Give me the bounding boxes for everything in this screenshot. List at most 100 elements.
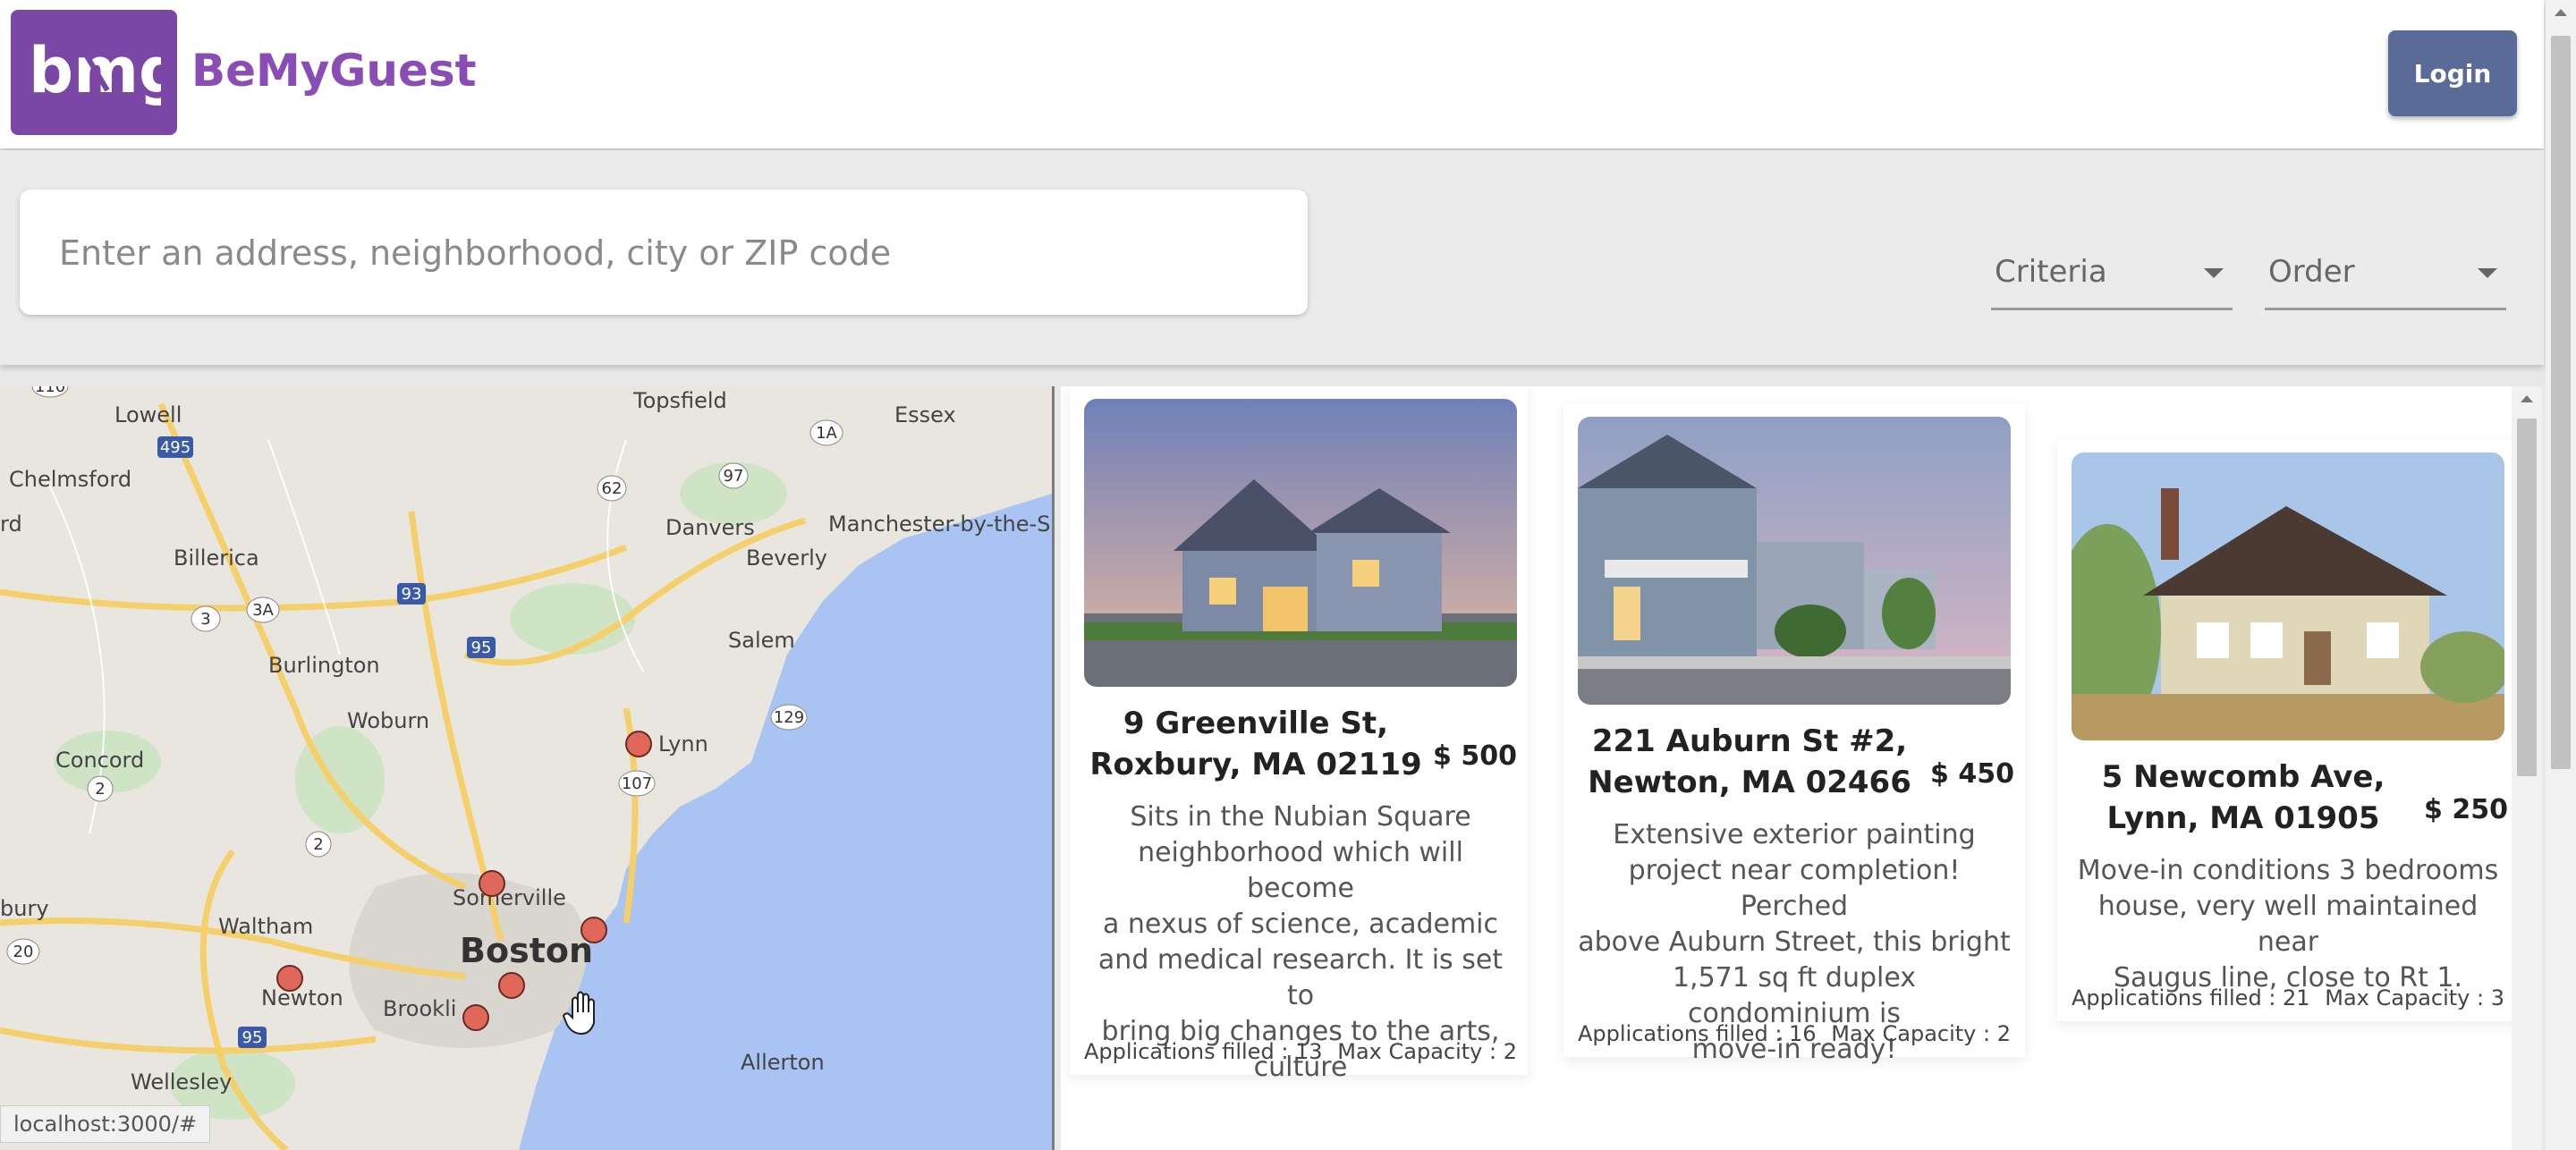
listing-address-line1: 9 Greenville St, — [1123, 706, 1389, 741]
map-label: Lowell — [114, 402, 182, 427]
map-label: Chelmsford — [9, 467, 131, 492]
listing-address: 221 Auburn St #2, Newton, MA 02466 — [1578, 721, 1921, 803]
listing-photo — [1084, 399, 1517, 687]
listing-address: 9 Greenville St, Roxbury, MA 02119 — [1084, 703, 1428, 785]
desc-line: and medical research. It is set to — [1097, 944, 1504, 1011]
desc-line: neighborhood which will become — [1138, 837, 1463, 904]
route-shield: 95 — [242, 1028, 263, 1047]
brand-name: BeMyGuest — [191, 45, 477, 97]
logo-mark-icon: bmg — [29, 37, 161, 107]
desc-line: project near completion! Perched — [1628, 855, 1961, 922]
map-marker[interactable] — [498, 972, 525, 999]
desc-line: a nexus of science, academic — [1102, 909, 1499, 940]
listing-meta: Applications filled : 16 Max Capacity : … — [1578, 1021, 2011, 1046]
listing-meta: Applications filled : 21 Max Capacity : … — [2072, 985, 2504, 1010]
map-label: Beverly — [746, 545, 827, 571]
status-url: localhost:3000/# — [0, 1105, 211, 1143]
logo[interactable]: bmg — [11, 10, 177, 135]
map-label: Woburn — [347, 708, 429, 733]
listing-card[interactable]: 5 Newcomb Ave, Lynn, MA 01905 $ 250 Move… — [2057, 440, 2513, 1021]
login-button[interactable]: Login — [2388, 30, 2517, 116]
route-shield: 129 — [774, 708, 804, 727]
criteria-select[interactable]: Criteria — [1991, 250, 2233, 310]
map-marker[interactable] — [479, 870, 505, 897]
order-select[interactable]: Order — [2265, 250, 2506, 310]
map-label: Lynn — [658, 731, 708, 757]
desc-line: Move-in conditions 3 bedrooms — [2077, 855, 2499, 886]
listing-meta: Applications filled : 13 Max Capacity : … — [1084, 1039, 1517, 1064]
map-label: Waltham — [218, 914, 313, 939]
map-label: Wellesley — [131, 1070, 232, 1095]
page-scrollbar[interactable] — [2546, 0, 2576, 1150]
map-label: Billerica — [174, 545, 259, 571]
search-bar-section: Criteria Order — [0, 150, 2544, 365]
listing-card[interactable]: 9 Greenville St, Roxbury, MA 02119 $ 500… — [1070, 386, 1528, 1083]
listing-address-line2: Roxbury, MA 02119 — [1089, 747, 1422, 782]
search-input[interactable] — [57, 225, 1295, 281]
map-view[interactable]: Lowell Topsfield Essex Chelmsford Danver… — [0, 386, 1055, 1150]
route-shield: 3A — [252, 601, 274, 620]
chevron-down-icon — [2204, 268, 2224, 278]
desc-line: Sits in the Nubian Square — [1130, 801, 1471, 833]
route-shield: 495 — [160, 438, 191, 457]
route-shield: 3 — [200, 610, 210, 629]
route-shield: 93 — [402, 585, 422, 604]
map-marker[interactable] — [625, 731, 652, 757]
listing-address-line2: Newton, MA 02466 — [1588, 765, 1911, 800]
listing-address-line2: Lynn, MA 01905 — [2106, 800, 2380, 836]
search-box — [20, 190, 1308, 315]
listings-scrollbar[interactable] — [2512, 386, 2542, 1150]
map-label: rd — [0, 512, 22, 537]
chevron-down-icon — [2478, 268, 2497, 278]
map-label: Danvers — [665, 515, 755, 540]
route-shield: 1A — [816, 424, 837, 443]
route-shield: 2 — [313, 835, 323, 854]
route-shield: 2 — [95, 780, 105, 799]
map-label: Burlington — [268, 653, 380, 678]
route-shield: 97 — [724, 467, 744, 486]
scrollbar-thumb[interactable] — [2551, 36, 2571, 769]
map-label: Newton — [261, 985, 343, 1010]
applications-filled: Applications filled : 21 — [2072, 985, 2310, 1010]
map-label: Topsfield — [632, 388, 727, 413]
app-header: bmg BeMyGuest Login — [0, 0, 2544, 148]
max-capacity: Max Capacity : 2 — [1337, 1039, 1517, 1064]
desc-line: house, very well maintained near — [2097, 891, 2479, 958]
map-label: Allerton — [741, 1050, 825, 1075]
route-shield: 20 — [13, 943, 34, 961]
map-marker[interactable] — [276, 965, 303, 992]
map-label-boston: Boston — [460, 931, 593, 970]
map-label: Manchester-by-the-S — [828, 512, 1050, 537]
applications-filled: Applications filled : 13 — [1084, 1039, 1323, 1064]
order-label: Order — [2268, 254, 2355, 290]
route-shield: 62 — [602, 479, 623, 498]
route-shield: 107 — [622, 774, 652, 793]
listing-price: $ 450 — [1930, 758, 2014, 790]
desc-line: above Auburn Street, this bright — [1578, 926, 2011, 958]
scroll-up-icon[interactable] — [2555, 9, 2567, 16]
listing-photo — [2072, 452, 2504, 740]
listing-address: 5 Newcomb Ave, Lynn, MA 01905 — [2072, 757, 2415, 839]
map-label: Essex — [894, 402, 956, 427]
map-label: Brookli — [383, 996, 456, 1021]
max-capacity: Max Capacity : 3 — [2325, 985, 2504, 1010]
listings-panel: 9 Greenville St, Roxbury, MA 02119 $ 500… — [1061, 386, 2513, 1150]
route-shield: 95 — [471, 638, 492, 657]
listing-address-line1: 5 Newcomb Ave, — [2101, 759, 2385, 795]
listing-description: Move-in conditions 3 bedrooms house, ver… — [2072, 853, 2504, 996]
map-label: Concord — [55, 748, 144, 773]
map-label: bury — [0, 896, 49, 921]
desc-line: Extensive exterior painting — [1613, 819, 1976, 850]
scrollbar-thumb[interactable] — [2517, 419, 2537, 776]
scroll-up-icon[interactable] — [2521, 395, 2533, 402]
listing-card[interactable]: 221 Auburn St #2, Newton, MA 02466 $ 450… — [1563, 404, 2025, 1065]
map-marker[interactable] — [580, 917, 607, 943]
listing-address-line1: 221 Auburn St #2, — [1591, 723, 1908, 759]
criteria-label: Criteria — [1995, 254, 2107, 290]
map-marker[interactable] — [462, 1004, 489, 1031]
listing-price: $ 250 — [2424, 794, 2508, 825]
route-shield: 110 — [35, 386, 65, 396]
map-label: Somerville — [453, 885, 566, 910]
max-capacity: Max Capacity : 2 — [1831, 1021, 2011, 1046]
map-label: Salem — [728, 628, 795, 653]
